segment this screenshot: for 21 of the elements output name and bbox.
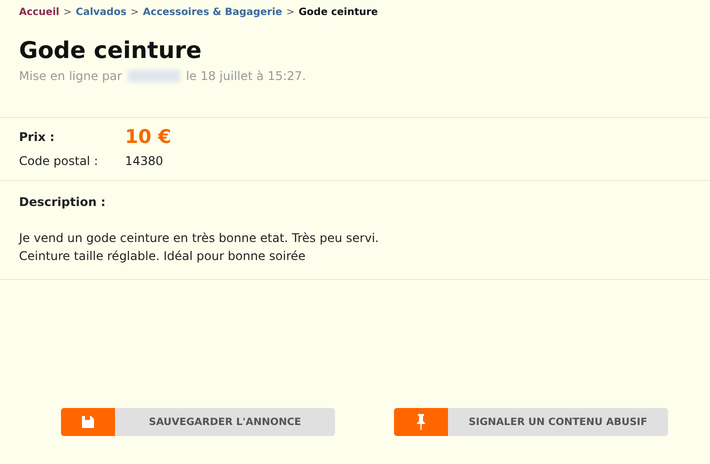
price-value: 10 € — [125, 126, 172, 148]
posted-date: le 18 juillet à 15:27. — [186, 69, 306, 83]
description-label: Description : — [19, 195, 107, 209]
breadcrumb-link[interactable]: Accueil — [19, 7, 60, 18]
description-text: Ceinture taille réglable. Idéal pour bonne soirée — [19, 248, 307, 265]
description-text: Je vend un gode ceinture en très bonne etat. Très peu servi. — [19, 230, 380, 247]
breadcrumb-separator: > — [63, 7, 72, 18]
ad-title: Gode ceinture — [19, 37, 203, 65]
pin-icon — [416, 414, 426, 430]
breadcrumb-link[interactable]: Accessoires & Bagagerie — [142, 7, 282, 18]
postal-code-label: Code postal : — [19, 154, 99, 168]
postal-code-value: 14380 — [125, 154, 164, 168]
breadcrumb-link[interactable]: Calvados — [76, 7, 127, 18]
posted-by-label: Mise en ligne par — [19, 69, 122, 83]
save-ad-button[interactable]: SAUVEGARDER L'ANNONCE — [61, 408, 335, 436]
price-label: Prix : — [19, 130, 56, 144]
blurred-username — [128, 70, 180, 82]
breadcrumb-current: Gode ceinture — [298, 7, 378, 18]
report-button[interactable]: SIGNALER UN CONTENU ABUSIF — [394, 408, 668, 436]
breadcrumb-separator: > — [286, 7, 295, 18]
breadcrumb-separator: > — [130, 7, 139, 18]
